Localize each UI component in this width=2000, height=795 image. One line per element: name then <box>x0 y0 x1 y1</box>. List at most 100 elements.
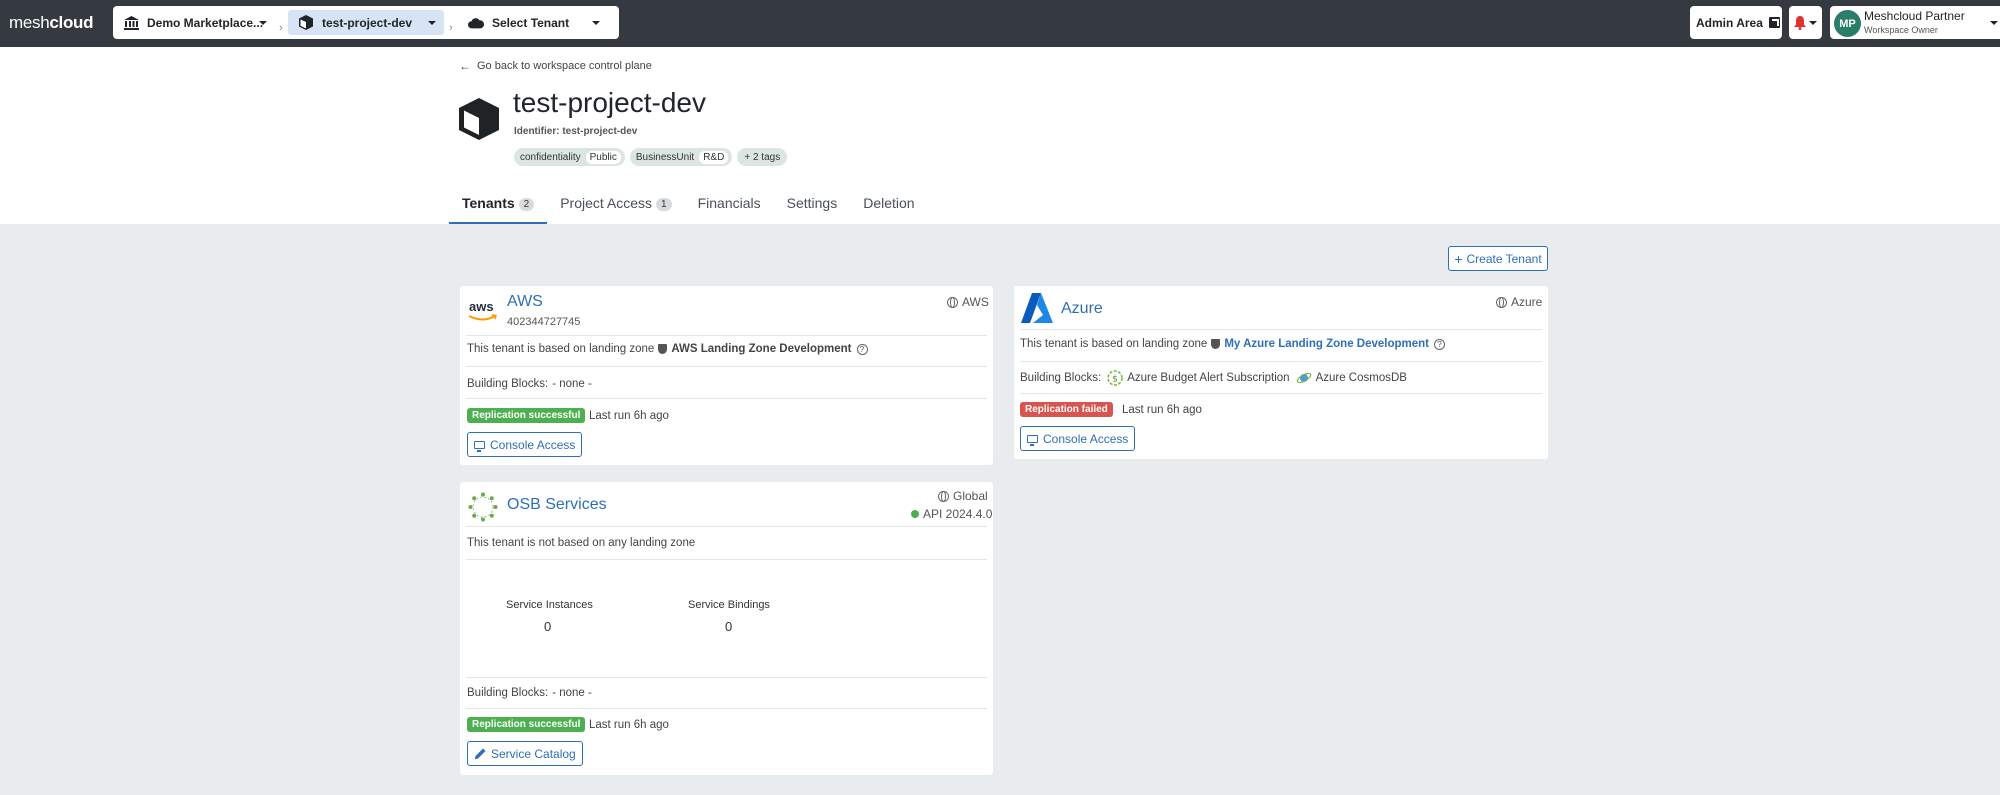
divider <box>1020 393 1542 394</box>
back-link-label: Go back to workspace control plane <box>477 60 652 72</box>
building-block-name: Azure Budget Alert Subscription <box>1127 372 1290 384</box>
service-instances-label: Service Instances <box>506 599 593 611</box>
chevron-down-icon <box>428 21 436 25</box>
building-blocks-line: Building Blocks: $ Azure Budget Alert Su… <box>1020 370 1407 386</box>
cube-icon <box>298 15 314 31</box>
user-role: Workspace Owner <box>1864 25 1938 35</box>
console-access-button[interactable]: Console Access <box>1020 426 1136 451</box>
building-blocks-label: Building Blocks: <box>467 378 549 390</box>
notifications-button[interactable] <box>1789 6 1822 39</box>
tenant-name-link[interactable]: AWS <box>507 293 543 311</box>
bank-icon <box>123 15 139 31</box>
building-blocks-line: Building Blocks: - none - <box>467 378 592 390</box>
api-version: API 2024.4.0 <box>911 507 992 521</box>
count-badge: 2 <box>518 198 535 211</box>
breadcrumb-workspace[interactable]: Demo Marketplace... <box>113 10 275 35</box>
count-badge: 1 <box>656 198 672 211</box>
cube-icon <box>459 98 499 140</box>
breadcrumb: Demo Marketplace... › test-project-dev ›… <box>113 6 619 39</box>
landing-zone-text: This tenant is not based on any landing … <box>467 537 696 549</box>
platform-name: Global <box>953 489 988 503</box>
status-dot-icon <box>911 510 919 518</box>
breadcrumb-separator: › <box>449 22 453 34</box>
platform-name: AWS <box>962 295 989 309</box>
building-block-name: Azure CosmosDB <box>1315 372 1407 384</box>
building-blocks-value: - none - <box>552 687 592 699</box>
meshcloud-logo[interactable]: meshcloud <box>9 13 94 33</box>
console-access-label: Console Access <box>1043 431 1129 446</box>
divider <box>1020 329 1542 330</box>
breadcrumb-separator: › <box>279 22 283 34</box>
svg-text:$: $ <box>1112 375 1118 385</box>
osb-services-icon <box>468 492 498 522</box>
building-blocks-label: Building Blocks: <box>467 687 549 699</box>
avatar: MP <box>1834 10 1861 37</box>
landing-zone-prefix: This tenant is based on landing zone <box>467 343 655 355</box>
globe-icon <box>938 490 949 502</box>
service-instances-value: 0 <box>544 619 552 634</box>
tag-value: Public <box>585 150 621 164</box>
breadcrumb-tenant[interactable]: Select Tenant <box>458 10 608 35</box>
console-access-label: Console Access <box>490 437 576 452</box>
more-tags-button[interactable]: + 2 tags <box>737 148 788 166</box>
divider <box>466 335 987 336</box>
landing-zone-line: This tenant is based on landing zone My … <box>1020 338 1446 350</box>
tenant-name-link[interactable]: Azure <box>1061 300 1103 318</box>
tag-list: confidentiality Public BusinessUnit R&D + … <box>514 148 792 166</box>
tab-deletion[interactable]: Deletion <box>850 195 927 224</box>
help-icon[interactable]: ? <box>1434 338 1446 350</box>
account-id: 402344727745 <box>507 316 581 328</box>
divider <box>466 398 987 399</box>
platform-label: AWS <box>947 295 989 309</box>
building-blocks-line: Building Blocks: - none - <box>467 687 592 699</box>
admin-area-button[interactable]: Admin Area <box>1690 6 1782 39</box>
landing-zone-prefix: This tenant is based on landing zone <box>1020 338 1208 350</box>
create-tenant-button[interactable]: + Create Tenant <box>1448 246 1548 271</box>
arrow-left-icon: ← <box>459 59 471 73</box>
divider <box>466 366 987 367</box>
console-access-button[interactable]: Console Access <box>467 432 583 457</box>
globe-icon <box>947 296 958 308</box>
platform-label: Azure <box>1496 295 1542 309</box>
landing-zone-link[interactable]: My Azure Landing Zone Development <box>1224 338 1429 350</box>
breadcrumb-project[interactable]: test-project-dev <box>288 10 444 35</box>
platform-label: Global <box>938 489 988 503</box>
status-badge: Replication successful <box>467 408 586 423</box>
help-icon[interactable]: ? <box>856 343 868 355</box>
building-block-chip[interactable]: Azure CosmosDB <box>1296 370 1407 386</box>
tag-key: confidentiality <box>520 151 581 163</box>
user-menu-button[interactable]: MP Meshcloud Partner Workspace Owner <box>1830 6 2000 39</box>
building-block-chip[interactable]: $ Azure Budget Alert Subscription <box>1107 370 1290 386</box>
tab-project-access[interactable]: Project Access 1 <box>547 195 684 224</box>
service-catalog-button[interactable]: Service Catalog <box>467 741 583 766</box>
breadcrumb-label: Demo Marketplace... <box>147 15 264 30</box>
tenant-card-osb: OSB Services Global API 2024.4.0 This te… <box>460 482 993 775</box>
api-version-label: API 2024.4.0 <box>923 507 993 521</box>
status-badge: Replication failed <box>1020 402 1113 417</box>
last-run-text: Last run 6h ago <box>589 719 669 731</box>
shield-icon <box>658 344 668 354</box>
tab-settings[interactable]: Settings <box>774 195 851 224</box>
tab-tenants[interactable]: Tenants 2 <box>449 195 548 224</box>
tab-label: Deletion <box>863 195 915 211</box>
back-link[interactable]: ← Go back to workspace control plane <box>459 59 652 73</box>
tenant-card-aws: aws AWS 402344727745 AWS This tenant is … <box>460 286 993 465</box>
bell-icon <box>1794 15 1806 30</box>
tab-financials[interactable]: Financials <box>685 195 774 224</box>
tenant-name-link[interactable]: OSB Services <box>507 496 607 514</box>
tenant-card-azure: Azure Azure This tenant is based on land… <box>1014 286 1548 459</box>
tab-label: Settings <box>786 195 838 211</box>
breadcrumb-label: test-project-dev <box>322 15 413 30</box>
plus-icon: + <box>1454 250 1463 267</box>
tag-value: R&D <box>699 150 729 164</box>
divider <box>1020 361 1542 362</box>
landing-zone-line: This tenant is based on landing zone AWS… <box>467 343 868 355</box>
last-run-text: Last run 6h ago <box>589 410 669 422</box>
shield-icon <box>1211 339 1221 349</box>
azure-logo <box>1021 293 1053 323</box>
tab-label: Project Access <box>560 195 653 211</box>
building-blocks-label: Building Blocks: <box>1020 372 1102 384</box>
divider <box>466 559 987 560</box>
cosmosdb-icon <box>1296 372 1311 384</box>
divider <box>466 526 987 527</box>
